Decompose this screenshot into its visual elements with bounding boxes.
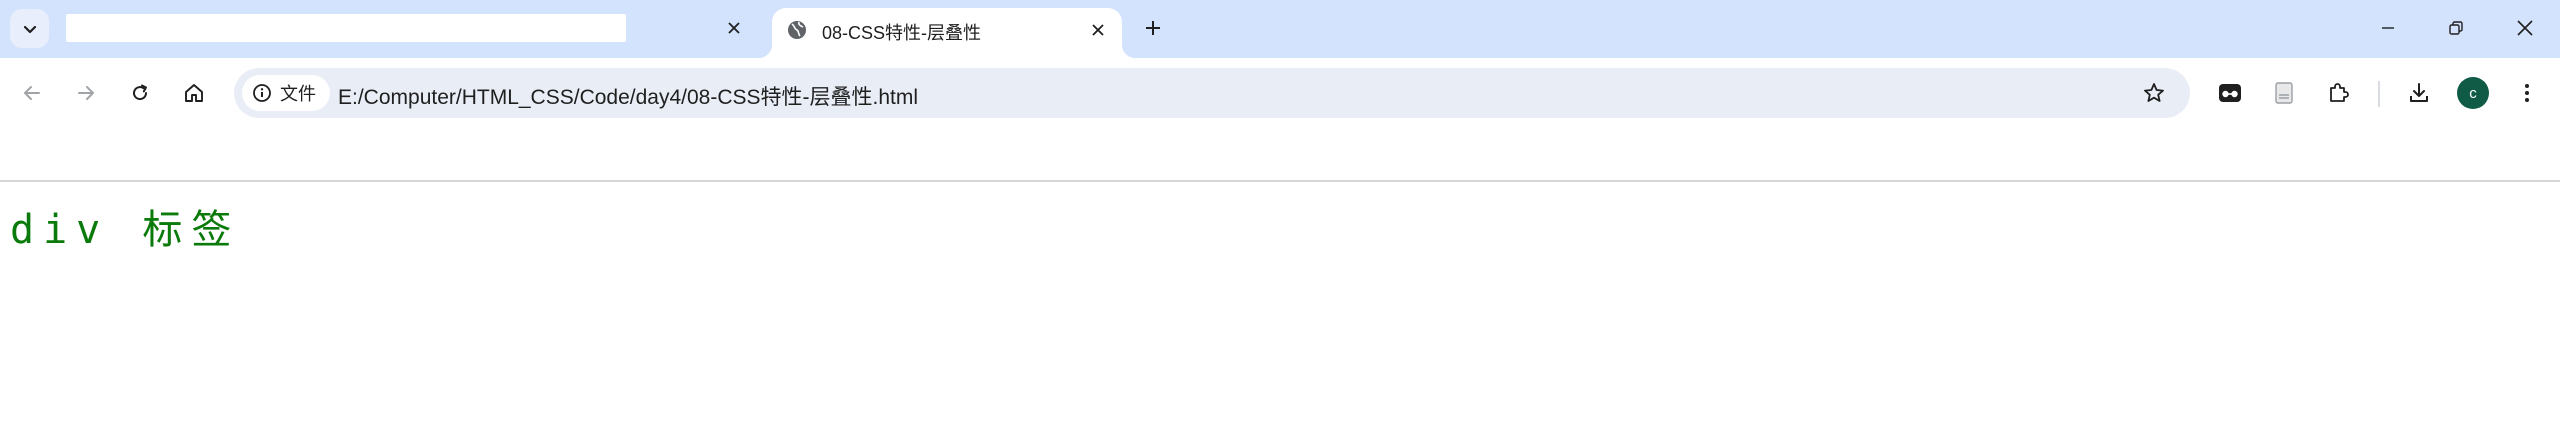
close-icon <box>1092 24 1104 36</box>
tab-close-button[interactable] <box>1086 18 1110 42</box>
extension-button[interactable] <box>2213 76 2247 110</box>
home-icon <box>185 84 203 102</box>
new-tab-button[interactable] <box>1138 13 1168 43</box>
site-info-chip[interactable]: 文件 <box>242 75 330 111</box>
address-bar[interactable]: 文件 E:/Computer/HTML_CSS/Code/day4/08-CSS… <box>234 68 2190 118</box>
download-icon <box>2410 83 2428 102</box>
tab-search-button[interactable] <box>10 9 49 48</box>
bookmark-button[interactable] <box>2140 79 2168 107</box>
profile-initial: c <box>2469 84 2477 102</box>
tab-title <box>66 14 626 42</box>
arrow-right-icon <box>78 86 94 100</box>
tab-inactive[interactable] <box>58 8 758 52</box>
extensions-menu-button[interactable] <box>2321 76 2355 110</box>
tab-strip: 08-CSS特性-层叠性 <box>0 0 2560 58</box>
extension-button[interactable] <box>2267 76 2301 110</box>
home-button[interactable] <box>177 76 211 110</box>
tab-close-button[interactable] <box>722 16 746 40</box>
puzzle-icon <box>2330 83 2349 102</box>
page-content: div 标签 <box>0 182 2560 421</box>
url-text[interactable]: E:/Computer/HTML_CSS/Code/day4/08-CSS特性-… <box>338 81 918 111</box>
star-icon <box>2144 83 2164 102</box>
restore-icon <box>2449 21 2463 35</box>
reload-button[interactable] <box>123 76 157 110</box>
div-label: div 标签 <box>10 207 241 253</box>
close-icon <box>728 22 740 34</box>
site-chip-label: 文件 <box>280 84 316 104</box>
close-icon <box>2517 20 2533 36</box>
tab-title: 08-CSS特性-层叠性 <box>822 23 982 43</box>
reload-icon <box>133 84 148 101</box>
minimize-button[interactable] <box>2368 10 2408 46</box>
plus-icon <box>1146 21 1160 35</box>
document-icon <box>2275 82 2293 104</box>
minimize-icon <box>2382 27 2394 29</box>
toolbar-divider <box>2378 81 2380 107</box>
tab-active[interactable]: 08-CSS特性-层叠性 <box>758 8 1136 58</box>
back-button[interactable] <box>15 76 49 110</box>
menu-button[interactable] <box>2510 76 2544 110</box>
arrow-left-icon <box>24 86 40 100</box>
chevron-down-icon <box>23 25 36 33</box>
forward-button[interactable] <box>69 76 103 110</box>
restore-button[interactable] <box>2436 10 2476 46</box>
toolbar: 文件 E:/Computer/HTML_CSS/Code/day4/08-CSS… <box>0 58 2560 128</box>
more-vertical-icon <box>2525 84 2529 102</box>
globe-icon <box>788 21 806 39</box>
profile-avatar[interactable]: c <box>2457 77 2489 109</box>
info-icon <box>253 84 271 102</box>
incognito-extension-icon <box>2219 84 2241 102</box>
close-window-button[interactable] <box>2505 10 2545 46</box>
downloads-button[interactable] <box>2402 76 2436 110</box>
